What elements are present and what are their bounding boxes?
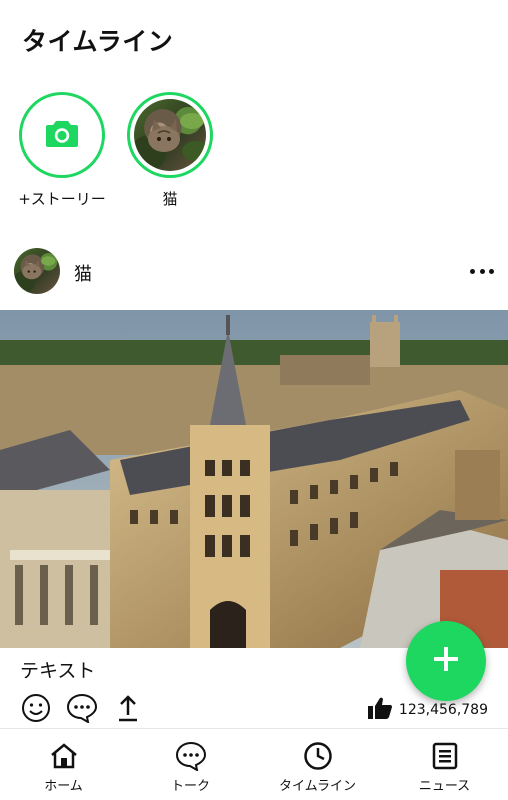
tab-news-label: ニュース [418, 779, 471, 794]
tab-talk[interactable]: トーク [127, 729, 254, 800]
clock-icon [301, 739, 335, 773]
comment-icon[interactable] [66, 692, 98, 724]
stories-row: +ストーリー 猫 [0, 92, 508, 212]
post-photo[interactable] [0, 310, 508, 648]
post-header: 猫 [14, 248, 494, 296]
like-count: 123,456,789 [398, 702, 488, 718]
story-add[interactable]: +ストーリー [15, 92, 109, 209]
plus-icon [432, 645, 460, 677]
tab-timeline[interactable]: タイムライン [254, 729, 381, 800]
post-text: テキスト [20, 660, 96, 682]
post-actions [20, 692, 144, 726]
share-icon[interactable] [112, 692, 144, 724]
cat-avatar [134, 99, 206, 171]
page-title: タイムライン [22, 27, 174, 56]
news-icon [428, 739, 462, 773]
likes: 123,456,789 [367, 696, 488, 724]
post-username[interactable]: 猫 [74, 260, 92, 286]
chat-icon [174, 739, 208, 773]
story-add-ring[interactable] [19, 92, 105, 178]
story-cat-label: 猫 [162, 190, 178, 208]
tab-news[interactable]: ニュース [381, 729, 508, 800]
more-horizontal-icon[interactable] [470, 266, 494, 276]
thumbs-up-icon[interactable] [367, 696, 393, 724]
home-icon [47, 739, 81, 773]
avatar[interactable] [14, 248, 60, 294]
story-cat[interactable]: 猫 [123, 92, 217, 209]
tab-talk-label: トーク [170, 779, 210, 794]
tab-home-label: ホーム [44, 779, 83, 794]
tab-timeline-label: タイムライン [278, 779, 357, 794]
camera-icon [45, 118, 79, 152]
story-cat-ring[interactable] [127, 92, 213, 178]
story-add-label: +ストーリー [18, 190, 106, 208]
tab-bar: ホーム トーク タイムライン ニュース [0, 728, 508, 800]
tab-home[interactable]: ホーム [0, 729, 127, 800]
smiley-icon[interactable] [20, 692, 52, 724]
add-post-button[interactable] [406, 621, 486, 701]
